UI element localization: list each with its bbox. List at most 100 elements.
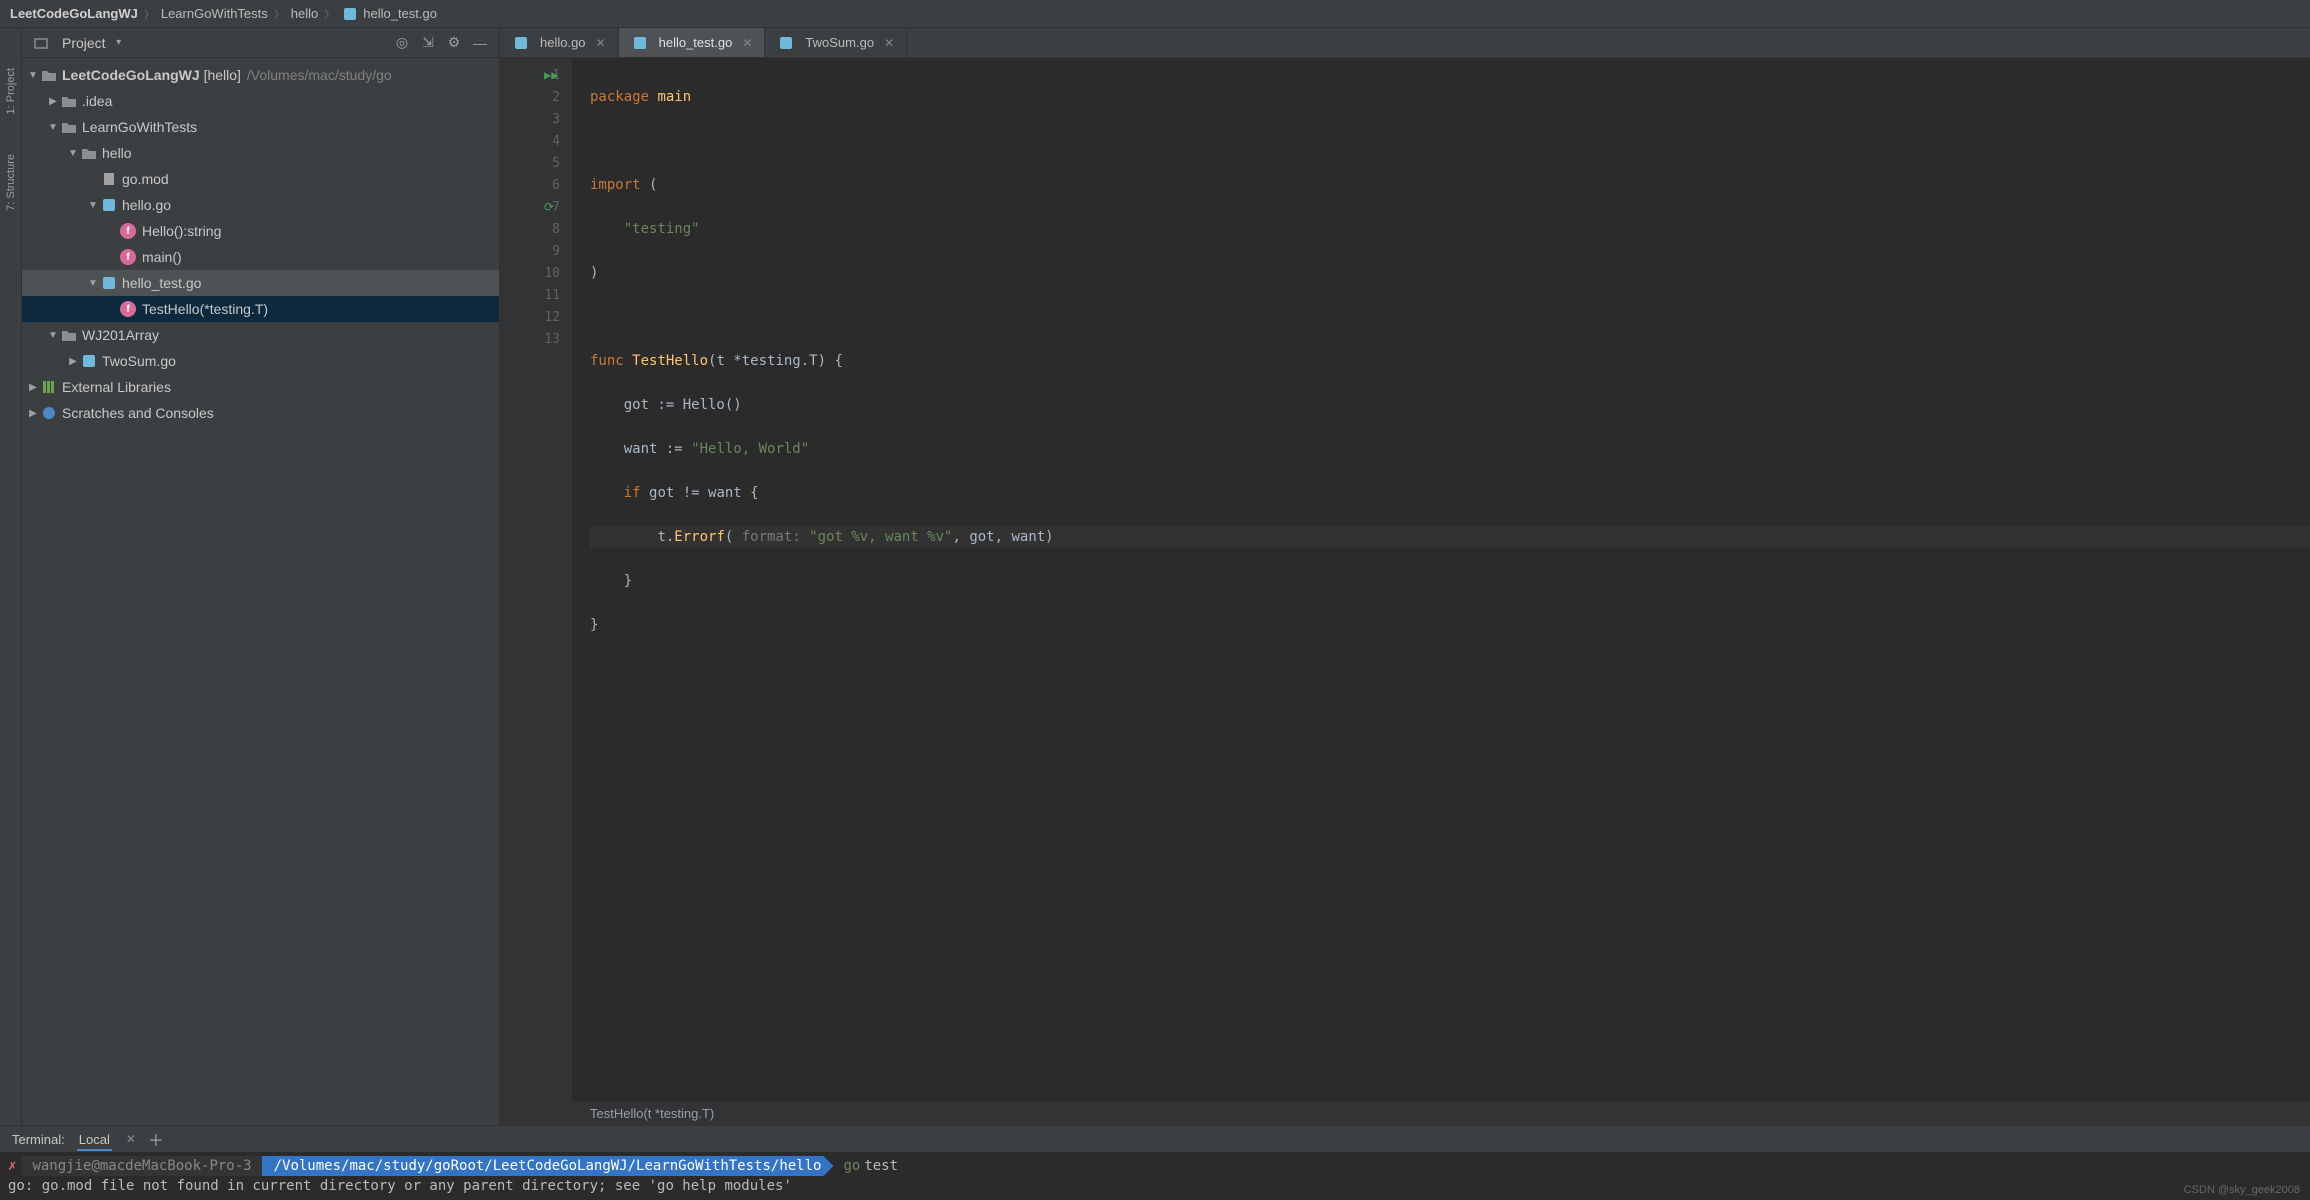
editor-pane: hello.go ✕ hello_test.go ✕ TwoSum.go ✕ xyxy=(500,28,2310,1125)
tree-root-name: LeetCodeGoLangWJ xyxy=(62,67,200,83)
tool-tab-project[interactable]: 1: Project xyxy=(5,68,17,114)
project-tree[interactable]: ▼ LeetCodeGoLangWJ [hello] /Volumes/mac/… xyxy=(22,58,499,1125)
tab-hello-go[interactable]: hello.go ✕ xyxy=(500,28,619,57)
project-title[interactable]: Project ▾ xyxy=(62,35,385,51)
folder-icon xyxy=(60,121,78,133)
terminal-command: test xyxy=(864,1158,898,1174)
project-tool-window: Project ▾ ◎ ⇲ ⚙ — ▼ LeetCodeGoLangWJ [he… xyxy=(22,28,500,1125)
tab-twosum-go[interactable]: TwoSum.go ✕ xyxy=(765,28,907,57)
tree-node-label: TestHello(*testing.T) xyxy=(142,301,268,317)
tree-hello-test[interactable]: ▼ hello_test.go xyxy=(22,270,499,296)
go-file-icon xyxy=(100,276,118,290)
locate-icon[interactable]: ◎ xyxy=(393,34,411,52)
chevron-down-icon[interactable]: ▼ xyxy=(66,148,80,159)
project-title-label: Project xyxy=(62,35,106,51)
minimize-icon[interactable]: — xyxy=(471,34,489,52)
punct: } xyxy=(624,573,632,589)
breadcrumb-status: TestHello(t *testing.T) xyxy=(500,1101,2310,1125)
tree-idea[interactable]: ▶ .idea xyxy=(22,88,499,114)
terminal-tool-window: Terminal: Local ✕ ＋ ✗ wangjie@macdeMacBo… xyxy=(0,1125,2310,1200)
tool-tab-project-label: 1: Project xyxy=(5,68,17,114)
tool-tab-structure[interactable]: 7: Structure xyxy=(5,154,17,211)
function-icon: f xyxy=(120,249,136,265)
terminal-body[interactable]: ✗ wangjie@macdeMacBook-Pro-3 /Volumes/ma… xyxy=(0,1152,2310,1200)
tree-testhello-fn[interactable]: f TestHello(*testing.T) xyxy=(22,296,499,322)
scratches-icon xyxy=(40,406,58,420)
tree-hello-dir[interactable]: ▼ hello xyxy=(22,140,499,166)
left-tool-strip: 1: Project 7: Structure xyxy=(0,28,22,1125)
tab-label: hello_test.go xyxy=(659,35,733,50)
tree-main-fn[interactable]: f main() xyxy=(22,244,499,270)
kw-if: if xyxy=(624,485,641,501)
terminal-title: Terminal: xyxy=(12,1132,65,1147)
chevron-right-icon: 〉 xyxy=(324,6,335,22)
str-hello-world: "Hello, World" xyxy=(691,441,809,457)
tree-twosum[interactable]: ▶ TwoSum.go xyxy=(22,348,499,374)
code-area[interactable]: package main import ( "testing" ) func T… xyxy=(572,58,2310,1101)
go-file-icon xyxy=(512,36,530,50)
terminal-tab-local[interactable]: Local xyxy=(77,1132,112,1147)
watermark: CSDN @sky_geek2008 xyxy=(2184,1184,2300,1196)
tree-learn[interactable]: ▼ LearnGoWithTests xyxy=(22,114,499,140)
kw-import: import xyxy=(590,177,641,193)
kw-func: func xyxy=(590,353,624,369)
tree-node-label: External Libraries xyxy=(62,379,171,395)
chevron-right-icon[interactable]: ▶ xyxy=(66,356,80,367)
code-text: t. xyxy=(657,529,674,545)
crumb-folder-2[interactable]: hello xyxy=(291,6,318,21)
kw-package: package xyxy=(590,89,649,105)
gutter[interactable]: 1▶▶ 2 3 4 5 6 7⟳ 8 9 10 11 12 13 xyxy=(500,58,572,1101)
tree-root[interactable]: ▼ LeetCodeGoLangWJ [hello] /Volumes/mac/… xyxy=(22,62,499,88)
chevron-right-icon[interactable]: ▶ xyxy=(26,408,40,419)
error-icon: ✗ xyxy=(8,1158,16,1174)
close-icon[interactable]: ✕ xyxy=(742,36,752,50)
tree-hello-fn[interactable]: f Hello():string xyxy=(22,218,499,244)
tree-node-label: TwoSum.go xyxy=(102,353,176,369)
sig: (t *testing.T) { xyxy=(708,353,843,369)
str-fmt: "got %v, want %v" xyxy=(809,529,952,545)
tree-node-label: go.mod xyxy=(122,171,169,187)
add-terminal-icon[interactable]: ＋ xyxy=(148,1127,164,1151)
tree-scratches[interactable]: ▶ Scratches and Consoles xyxy=(22,400,499,426)
tree-root-context: [hello] xyxy=(204,67,241,83)
terminal-prompt-line: ✗ wangjie@macdeMacBook-Pro-3 /Volumes/ma… xyxy=(8,1156,2302,1176)
crumb-file[interactable]: hello_test.go xyxy=(363,6,437,21)
close-icon[interactable]: ✕ xyxy=(884,36,894,50)
tree-node-label: Scratches and Consoles xyxy=(62,405,214,421)
fn-testhello: TestHello xyxy=(632,353,708,369)
close-icon[interactable]: ✕ xyxy=(596,36,606,50)
chevron-down-icon[interactable]: ▼ xyxy=(26,70,40,81)
tab-hello-test-go[interactable]: hello_test.go ✕ xyxy=(619,28,766,57)
chevron-right-icon[interactable]: ▶ xyxy=(46,96,60,107)
crumb-folder-1[interactable]: LearnGoWithTests xyxy=(161,6,268,21)
go-file-icon xyxy=(631,36,649,50)
tree-hello-go[interactable]: ▼ hello.go xyxy=(22,192,499,218)
tree-wj201array[interactable]: ▼ WJ201Array xyxy=(22,322,499,348)
punct: } xyxy=(590,617,598,633)
gear-icon[interactable]: ⚙ xyxy=(445,34,463,52)
tree-node-label: main() xyxy=(142,249,182,265)
close-icon[interactable]: ✕ xyxy=(126,1132,136,1146)
tree-go-mod[interactable]: go.mod xyxy=(22,166,499,192)
tree-node-label: .idea xyxy=(82,93,112,109)
chevron-down-icon[interactable]: ▼ xyxy=(46,122,60,133)
chevron-down-icon[interactable]: ▼ xyxy=(46,330,60,341)
chevron-down-icon[interactable]: ▼ xyxy=(86,200,100,211)
tree-node-label: WJ201Array xyxy=(82,327,159,343)
go-file-icon xyxy=(341,7,359,21)
chevron-down-icon[interactable]: ▼ xyxy=(86,278,100,289)
chevron-right-icon[interactable]: ▶ xyxy=(26,382,40,393)
go-file-icon xyxy=(80,354,98,368)
folder-icon xyxy=(80,147,98,159)
folder-icon xyxy=(60,95,78,107)
tree-ext-lib[interactable]: ▶ External Libraries xyxy=(22,374,499,400)
run-gutter-icon[interactable]: ▶▶ xyxy=(544,68,558,82)
go-file-icon xyxy=(777,36,795,50)
expand-all-icon[interactable]: ⇲ xyxy=(419,34,437,52)
run-test-gutter-icon[interactable]: ⟳ xyxy=(544,200,554,214)
breadcrumb: LeetCodeGoLangWJ 〉 LearnGoWithTests 〉 he… xyxy=(0,0,2310,28)
project-header: Project ▾ ◎ ⇲ ⚙ — xyxy=(22,28,499,58)
crumb-project[interactable]: LeetCodeGoLangWJ xyxy=(10,6,138,21)
str-testing: "testing" xyxy=(624,221,700,237)
folder-icon xyxy=(40,69,58,81)
